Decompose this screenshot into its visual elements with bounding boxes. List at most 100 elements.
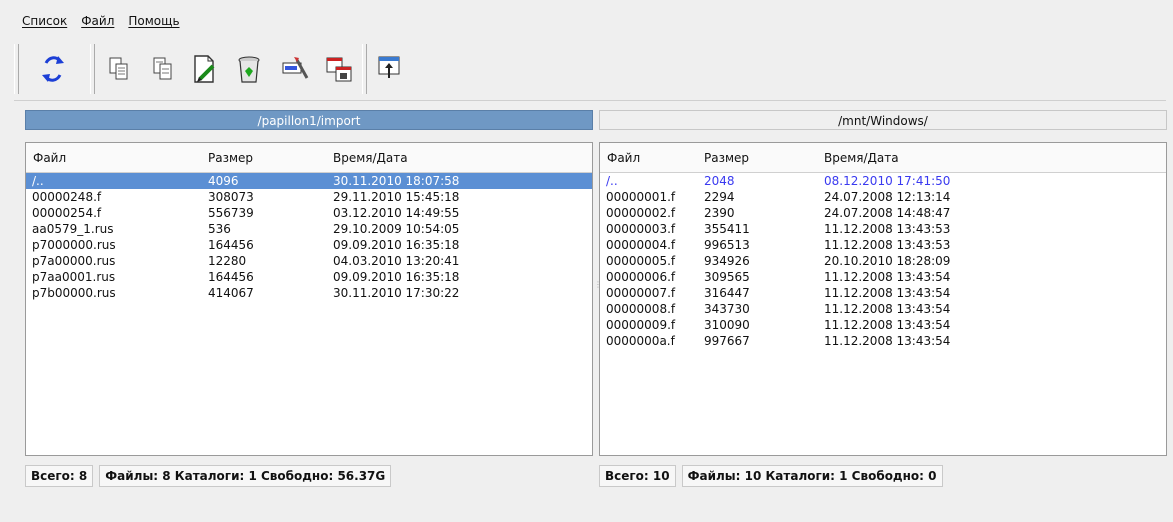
file-row[interactable]: 00000009.f 310090 11.12.2008 13:43:54 [600,317,1166,333]
file-size: 310090 [704,318,750,332]
left-total-count: Всего: 8 [25,465,94,487]
file-name: 00000254.f [32,206,102,220]
left-column-header: Файл Размер Время/Дата [26,143,592,173]
menu-help[interactable]: Помощь [128,14,179,34]
file-size: 164456 [208,238,254,252]
file-datetime: 30.11.2010 18:07:58 [333,174,460,188]
edit-document-button[interactable] [186,48,224,90]
file-size: 536 [208,222,231,236]
right-summary: Файлы: 10 Каталоги: 1 Свободно: 0 [681,465,943,487]
file-name: 00000004.f [606,238,676,252]
column-datetime[interactable]: Время/Дата [824,151,899,165]
right-path-bar[interactable]: /mnt/Windows/ [599,110,1167,130]
file-datetime: 29.11.2010 15:45:18 [333,190,460,204]
copy-alt-button[interactable] [144,48,182,90]
rename-button[interactable] [276,48,314,90]
left-summary: Файлы: 8 Каталоги: 1 Свободно: 56.37G [99,465,392,487]
file-datetime: 11.12.2008 13:43:53 [824,238,951,252]
file-row[interactable]: p7b00000.rus 414067 30.11.2010 17:30:22 [26,285,592,301]
file-size: 934926 [704,254,750,268]
menu-list[interactable]: Список [22,14,67,34]
file-datetime: 11.12.2008 13:43:54 [824,318,951,332]
refresh-icon [42,56,64,82]
toolbar-grip[interactable] [14,44,19,94]
delete-button[interactable] [230,48,268,90]
file-row[interactable]: /.. 4096 30.11.2010 18:07:58 [26,173,592,189]
file-size: 556739 [208,206,254,220]
file-row[interactable]: 00000001.f 2294 24.07.2008 12:13:14 [600,189,1166,205]
file-size: 2048 [704,174,735,188]
refresh-button[interactable] [34,48,72,90]
file-row[interactable]: /.. 2048 08.12.2010 17:41:50 [600,173,1166,189]
copy-dialog-icon [326,57,352,82]
column-size[interactable]: Размер [208,151,253,165]
file-row[interactable]: p7aa0001.rus 164456 09.09.2010 16:35:18 [26,269,592,285]
left-file-list: /.. 4096 30.11.2010 18:07:58 00000248.f 3080… [26,173,592,301]
file-row[interactable]: 00000004.f 996513 11.12.2008 13:43:53 [600,237,1166,253]
toolbar-separator-2 [362,44,367,94]
file-size: 12280 [208,254,247,268]
file-datetime: 30.11.2010 17:30:22 [333,286,460,300]
copy-button[interactable] [100,48,138,90]
file-row[interactable]: 00000008.f 343730 11.12.2008 13:43:54 [600,301,1166,317]
file-datetime: 11.12.2008 13:43:53 [824,222,951,236]
file-name: 00000001.f [606,190,676,204]
file-name: aa0579_1.rus [32,222,114,236]
file-datetime: 09.09.2010 16:35:18 [333,270,460,284]
copy-icon [109,57,128,80]
file-size: 164456 [208,270,254,284]
column-datetime[interactable]: Время/Дата [333,151,408,165]
file-row[interactable]: p7a00000.rus 12280 04.03.2010 13:20:41 [26,253,592,269]
file-datetime: 11.12.2008 13:43:54 [824,302,951,316]
file-row[interactable]: 0000000a.f 997667 11.12.2008 13:43:54 [600,333,1166,349]
file-size: 355411 [704,222,750,236]
right-file-panel[interactable]: Файл Размер Время/Дата /.. 2048 08.12.2010… [599,142,1167,456]
file-row[interactable]: 00000248.f 308073 29.11.2010 15:45:18 [26,189,592,205]
copy-alt-icon [153,57,172,80]
file-name: 00000007.f [606,286,676,300]
file-name: 00000003.f [606,222,676,236]
file-name: 00000248.f [32,190,102,204]
panel-splitter[interactable]: ⋮ [594,280,602,300]
file-size: 414067 [208,286,254,300]
file-row[interactable]: 00000005.f 934926 20.10.2010 18:28:09 [600,253,1166,269]
file-row[interactable]: aa0579_1.rus 536 29.10.2009 10:54:05 [26,221,592,237]
file-row[interactable]: 00000254.f 556739 03.12.2010 14:49:55 [26,205,592,221]
file-datetime: 04.03.2010 13:20:41 [333,254,460,268]
toolbar-separator [90,44,95,94]
right-column-header: Файл Размер Время/Дата [600,143,1166,173]
window-up-button[interactable] [370,48,408,90]
recycle-bin-icon [238,56,260,83]
edit-document-icon [194,55,215,83]
file-row[interactable]: 00000007.f 316447 11.12.2008 13:43:54 [600,285,1166,301]
column-file[interactable]: Файл [33,151,66,165]
file-row[interactable]: 00000003.f 355411 11.12.2008 13:43:53 [600,221,1166,237]
menu-file[interactable]: Файл [81,14,114,34]
file-datetime: 03.12.2010 14:49:55 [333,206,460,220]
file-name: 00000009.f [606,318,676,332]
file-name: 00000008.f [606,302,676,316]
file-name: 00000005.f [606,254,676,268]
file-size: 316447 [704,286,750,300]
column-size[interactable]: Размер [704,151,749,165]
file-datetime: 29.10.2009 10:54:05 [333,222,460,236]
toolbar-divider [14,100,1166,101]
file-datetime: 24.07.2008 12:13:14 [824,190,951,204]
column-file[interactable]: Файл [607,151,640,165]
right-status-bar: Всего: 10 Файлы: 10 Каталоги: 1 Свободно:… [599,465,949,487]
left-path-bar[interactable]: /papillon1/import [25,110,593,130]
file-row[interactable]: p7000000.rus 164456 09.09.2010 16:35:18 [26,237,592,253]
file-datetime: 11.12.2008 13:43:54 [824,334,951,348]
file-name: p7000000.rus [32,238,116,252]
file-size: 996513 [704,238,750,252]
toolbar [14,40,1166,100]
file-row[interactable]: 00000006.f 309565 11.12.2008 13:43:54 [600,269,1166,285]
file-row[interactable]: 00000002.f 2390 24.07.2008 14:48:47 [600,205,1166,221]
file-datetime: 20.10.2010 18:28:09 [824,254,951,268]
file-name: /.. [606,174,618,188]
left-file-panel[interactable]: Файл Размер Время/Дата /.. 4096 30.11.2010… [25,142,593,456]
copy-dialog-button[interactable] [320,48,358,90]
file-name: 00000006.f [606,270,676,284]
file-name: 0000000a.f [606,334,675,348]
file-name: p7a00000.rus [32,254,116,268]
